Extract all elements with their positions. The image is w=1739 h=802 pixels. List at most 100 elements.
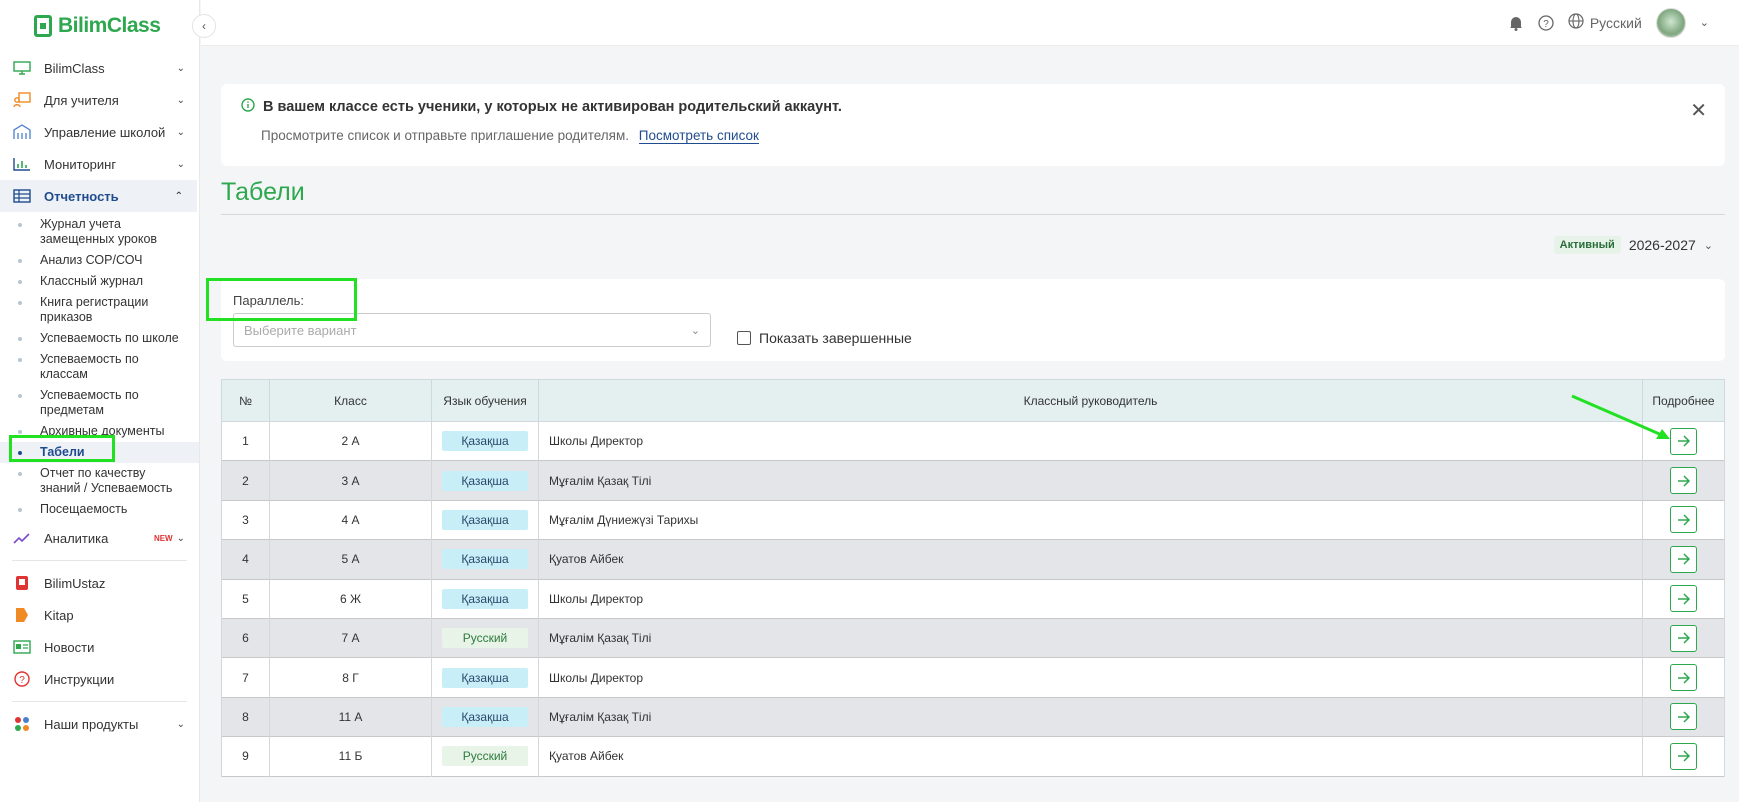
details-button[interactable] [1670,624,1697,652]
show-completed-checkbox[interactable] [737,331,751,345]
submenu-label: Посещаемость [40,502,128,516]
close-icon[interactable]: ✕ [1690,98,1707,123]
academic-year-selector[interactable]: Активный 2026-2027 ⌄ [1553,236,1713,254]
details-button[interactable] [1670,506,1697,534]
help-icon[interactable]: ? [1538,14,1554,31]
cell-number: 6 [221,618,270,658]
divider [221,214,1725,215]
sidebar-item-label: Управление школой [44,124,166,140]
column-header-class[interactable]: Класс [269,379,432,422]
filters-panel: Параллель: Выберите вариант ⌄ Показать з… [221,279,1725,361]
cell-language: Қазақша [431,697,539,737]
submenu-item-subject-performance[interactable]: Успеваемость по предметам [0,385,199,421]
sidebar-item-kitap[interactable]: Kitap [0,599,199,631]
logo[interactable]: BilimClass [0,0,199,52]
sidebar-item-label: Мониторинг [44,156,117,172]
show-completed-toggle[interactable]: Показать завершенные [737,330,912,346]
cell-language: Қазақша [431,539,539,580]
sidebar: BilimClass BilimClass ⌄ Для учителя ⌄ Уп… [0,0,200,802]
sidebar-item-reports[interactable]: Отчетность ⌃ [0,180,197,212]
view-list-link[interactable]: Посмотреть список [638,128,759,144]
submenu-item-orders-book[interactable]: Книга регистрации приказов [0,292,199,328]
language-selector[interactable]: Русский [1568,13,1642,32]
cell-teacher: Школы Директор [538,657,1643,698]
info-icon [241,98,255,116]
language-badge: Қазақша [442,509,528,530]
cell-language: Русский [431,736,539,777]
details-button[interactable] [1670,545,1697,573]
column-header-language[interactable]: Язык обучения [431,379,539,422]
sidebar-item-analytics[interactable]: Аналитика NEW ⌄ [0,522,199,554]
svg-text:?: ? [1543,19,1549,30]
school-icon [12,124,32,140]
table-row: 23 А Қазақша Мұғалім Қазақ Тілі [221,460,1725,501]
details-button[interactable] [1670,664,1697,692]
sidebar-item-school-management[interactable]: Управление школой ⌄ [0,116,199,148]
cell-teacher: Қуатов Айбек [538,736,1643,777]
submenu-item-school-performance[interactable]: Успеваемость по школе [0,328,199,349]
language-badge: Русский [442,746,528,767]
chevron-left-icon: ‹ [202,19,206,33]
sidebar-item-bilimustaz[interactable]: BilimUstaz [0,567,199,599]
cell-number: 2 [221,460,270,501]
chevron-down-icon: ⌄ [1703,239,1713,252]
news-icon [12,639,32,655]
cell-class: 4 А [269,500,432,540]
help-icon: ? [12,671,32,687]
sidebar-item-monitoring[interactable]: Мониторинг ⌄ [0,148,199,180]
cell-class: 7 А [269,618,432,658]
language-badge: Қазақша [442,588,528,609]
cell-class: 11 Б [269,736,432,777]
submenu-label: Отчет по качеству знаний / Успеваемость [40,466,173,495]
submenu-item-attendance[interactable]: Посещаемость [0,499,199,520]
column-header-number[interactable]: № [221,379,270,422]
cell-language: Қазақша [431,500,539,540]
details-button[interactable] [1670,742,1697,770]
sidebar-item-label: Наши продукты [44,716,139,732]
cell-language: Қазақша [431,421,539,461]
details-button[interactable] [1670,467,1697,495]
details-button[interactable] [1670,703,1697,731]
submenu-item-class-journal[interactable]: Классный журнал [0,271,199,292]
details-button[interactable] [1670,585,1697,613]
alert-title: В вашем классе есть ученики, у которых н… [263,99,842,115]
submenu-item-class-performance[interactable]: Успеваемость по классам [0,349,199,385]
page-title: Табели [221,178,305,206]
chevron-up-icon: ⌃ [174,190,183,202]
cell-class: 5 А [269,539,432,580]
column-header-teacher[interactable]: Классный руководитель [538,379,1643,422]
bullet-icon [18,430,22,434]
select-placeholder: Выберите вариант [244,322,357,338]
sidebar-item-products[interactable]: Наши продукты ⌄ [0,708,199,740]
cell-number: 3 [221,500,270,540]
cell-teacher: Мұғалім Қазақ Тілі [538,618,1643,658]
status-badge: Активный [1553,236,1621,254]
bell-icon[interactable] [1508,15,1524,31]
arrow-right-icon [1677,435,1690,447]
cell-details [1642,460,1725,501]
bullet-icon [18,337,22,341]
avatar[interactable] [1655,7,1686,38]
new-badge: NEW [153,533,173,543]
chevron-down-icon[interactable]: ⌄ [1700,16,1709,29]
divider [12,701,187,702]
submenu-label: Анализ СОР/СОЧ [40,253,143,267]
sidebar-collapse-button[interactable]: ‹ [192,14,216,38]
cell-details [1642,500,1725,540]
sidebar-item-teacher[interactable]: Для учителя ⌄ [0,84,199,116]
submenu-label: Успеваемость по классам [40,352,139,381]
annotation-arrow [1571,394,1670,439]
submenu-item-substitution-journal[interactable]: Журнал учета замещенных уроков [0,214,199,250]
sidebar-item-bilimclass[interactable]: BilimClass ⌄ [0,52,199,84]
chevron-down-icon: ⌄ [176,94,185,106]
sidebar-item-instructions[interactable]: ? Инструкции [0,663,199,695]
submenu-item-sor-soch[interactable]: Анализ СОР/СОЧ [0,250,199,271]
teacher-icon [12,92,32,108]
chevron-down-icon: ⌄ [176,532,185,544]
trend-icon [12,530,32,546]
sidebar-item-news[interactable]: Новости [0,631,199,663]
arrow-right-icon [1677,514,1690,526]
arrow-right-icon [1677,593,1690,605]
products-icon [12,716,32,732]
submenu-item-quality-report[interactable]: Отчет по качеству знаний / Успеваемость [0,463,199,499]
